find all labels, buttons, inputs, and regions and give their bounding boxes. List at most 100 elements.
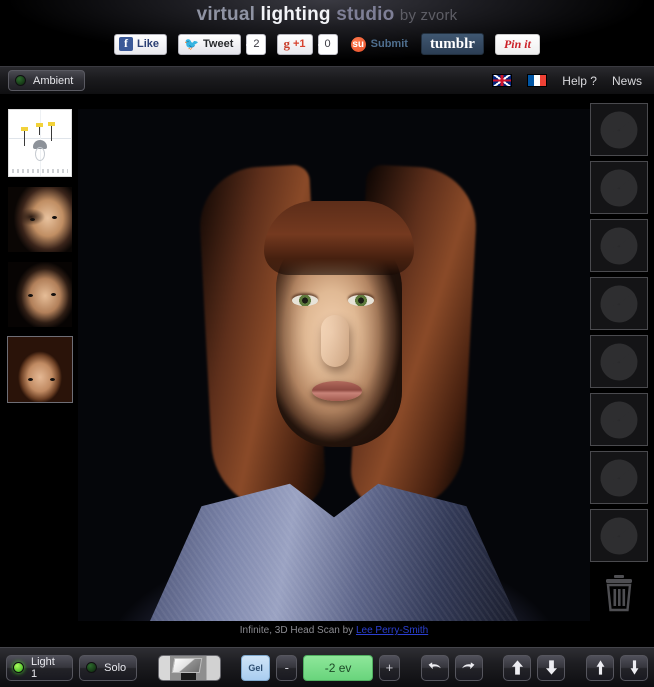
thumbnail-eye-icon xyxy=(51,293,56,296)
aperture-iris-icon xyxy=(600,459,638,496)
news-link[interactable]: News xyxy=(612,74,642,88)
thumbnail-eye-icon xyxy=(28,294,33,297)
twitter-tweet-button[interactable]: 🐦 Tweet xyxy=(178,33,242,55)
facebook-icon: f xyxy=(119,37,134,51)
twitter-bird-icon: 🐦 xyxy=(184,37,199,51)
aperture-iris-icon xyxy=(600,169,638,206)
aperture-iris-icon xyxy=(600,111,638,148)
facebook-like-label: Like xyxy=(137,38,160,50)
ambient-label: Ambient xyxy=(33,74,74,87)
aperture-iris-icon xyxy=(600,343,638,380)
diagram-lamp-3-icon xyxy=(36,122,44,135)
stumbleupon-label: Submit xyxy=(370,38,408,50)
rendered-portrait-image xyxy=(78,109,590,621)
diagram-lamp-1-icon xyxy=(20,126,28,146)
light-slot-1[interactable] xyxy=(590,103,648,156)
light-slot-5[interactable] xyxy=(590,335,648,388)
exposure-decrease-button[interactable]: - xyxy=(276,654,298,681)
facebook-like-button[interactable]: f Like xyxy=(114,33,168,55)
french-flag-icon[interactable] xyxy=(527,74,548,87)
softbox-shape-icon xyxy=(172,657,203,673)
top-toolbar: Ambient Help ? News xyxy=(0,66,654,95)
light-label: Light 1 xyxy=(31,655,55,680)
page-title: virtual lighting studio by zvork xyxy=(0,0,654,26)
left-rail xyxy=(7,109,73,403)
help-link[interactable]: Help ? xyxy=(562,74,597,88)
diagram-lamp-2-icon xyxy=(48,121,56,141)
model-thumbnail-woman[interactable] xyxy=(7,336,73,403)
exposure-value-field[interactable]: -2 ev xyxy=(303,654,373,681)
stumbleupon-icon: su xyxy=(350,36,366,52)
lower-button[interactable] xyxy=(620,654,649,681)
aperture-iris-icon xyxy=(600,401,638,438)
model-jacket xyxy=(150,483,518,621)
rotate-left-button[interactable] xyxy=(420,654,449,681)
delete-light-dropzone[interactable] xyxy=(590,568,648,618)
model-thumbnail-man[interactable] xyxy=(8,262,72,327)
twitter-share-group: 🐦 Tweet 2 xyxy=(178,33,267,55)
light-toggle-button[interactable]: Light 1 xyxy=(6,654,74,681)
top-toolbar-right: Help ? News xyxy=(492,74,654,88)
move-up-button[interactable] xyxy=(503,654,532,681)
light-setup-diagram[interactable] xyxy=(8,109,72,177)
diagram-scale-bar xyxy=(12,169,68,173)
virtual-lighting-studio-app: virtual lighting studio by zvork f Like … xyxy=(0,0,654,687)
ambient-light-button[interactable]: Ambient xyxy=(8,70,86,91)
trash-can-icon xyxy=(606,575,632,612)
light-shape-button[interactable] xyxy=(157,654,221,681)
model-mouth xyxy=(312,381,362,401)
narrow-arrow-up-icon xyxy=(596,660,604,675)
twitter-count[interactable]: 2 xyxy=(246,33,267,55)
light-slot-7[interactable] xyxy=(590,451,648,504)
softbox-shadow-icon xyxy=(180,673,197,680)
twitter-tweet-label: Tweet xyxy=(203,38,234,50)
move-down-button[interactable] xyxy=(537,654,566,681)
light-slot-8[interactable] xyxy=(590,509,648,562)
title-byline: by zvork xyxy=(399,7,458,24)
raise-button[interactable] xyxy=(586,654,615,681)
google-plus-count[interactable]: 0 xyxy=(317,33,338,55)
thumbnail-eye-icon xyxy=(50,378,55,381)
thumbnail-image xyxy=(8,187,72,252)
rotate-right-button[interactable] xyxy=(454,654,483,681)
social-share-bar: f Like 🐦 Tweet 2 g +1 0 su Submit tumblr… xyxy=(0,33,654,55)
pinterest-pin-it-button[interactable]: Pin it xyxy=(494,33,540,55)
rotate-right-icon xyxy=(462,662,475,670)
solo-button[interactable]: Solo xyxy=(79,654,138,681)
light-slot-rail xyxy=(590,103,648,618)
aperture-iris-icon xyxy=(600,517,638,554)
light-slot-4[interactable] xyxy=(590,277,648,330)
aperture-iris-icon xyxy=(600,227,638,264)
thumbnail-eye-icon xyxy=(28,378,33,381)
light-slot-6[interactable] xyxy=(590,393,648,446)
solo-led-icon xyxy=(86,662,98,673)
workspace: Infinite, 3D Head Scan by Lee Perry-Smit… xyxy=(0,95,654,647)
exposure-increase-button[interactable]: + xyxy=(378,654,401,681)
solo-label: Solo xyxy=(104,661,127,674)
thumbnail-eye-icon xyxy=(30,218,35,221)
google-icon: g xyxy=(283,36,290,51)
thumbnail-image xyxy=(8,337,72,402)
tumblr-share-button[interactable]: tumblr xyxy=(420,33,484,55)
diagram-body-icon xyxy=(35,146,45,161)
google-plus-one-label: +1 xyxy=(292,38,306,50)
gel-button[interactable]: Gel xyxy=(241,654,271,681)
caption-credit-link[interactable]: Lee Perry-Smith xyxy=(356,625,428,636)
model-left-eye xyxy=(292,295,318,306)
google-plus-one-button[interactable]: g +1 xyxy=(277,33,313,55)
english-flag-icon[interactable] xyxy=(492,74,513,87)
model-right-eye xyxy=(348,295,374,306)
rotate-left-icon xyxy=(428,662,442,670)
light-slot-3[interactable] xyxy=(590,219,648,272)
light-slot-2[interactable] xyxy=(590,161,648,214)
model-nose xyxy=(321,315,349,367)
hair-bangs xyxy=(264,201,414,275)
render-viewport[interactable] xyxy=(78,109,590,621)
stumbleupon-submit-button[interactable]: su Submit xyxy=(349,34,410,55)
thumbnail-eye-icon xyxy=(52,216,57,219)
model-thumbnail-bald-man[interactable] xyxy=(8,187,72,252)
arrow-up-icon xyxy=(511,660,523,675)
arrow-down-icon xyxy=(545,660,557,675)
title-word-studio: studio xyxy=(336,4,395,25)
caption-text: Infinite, 3D Head Scan by xyxy=(239,625,356,636)
